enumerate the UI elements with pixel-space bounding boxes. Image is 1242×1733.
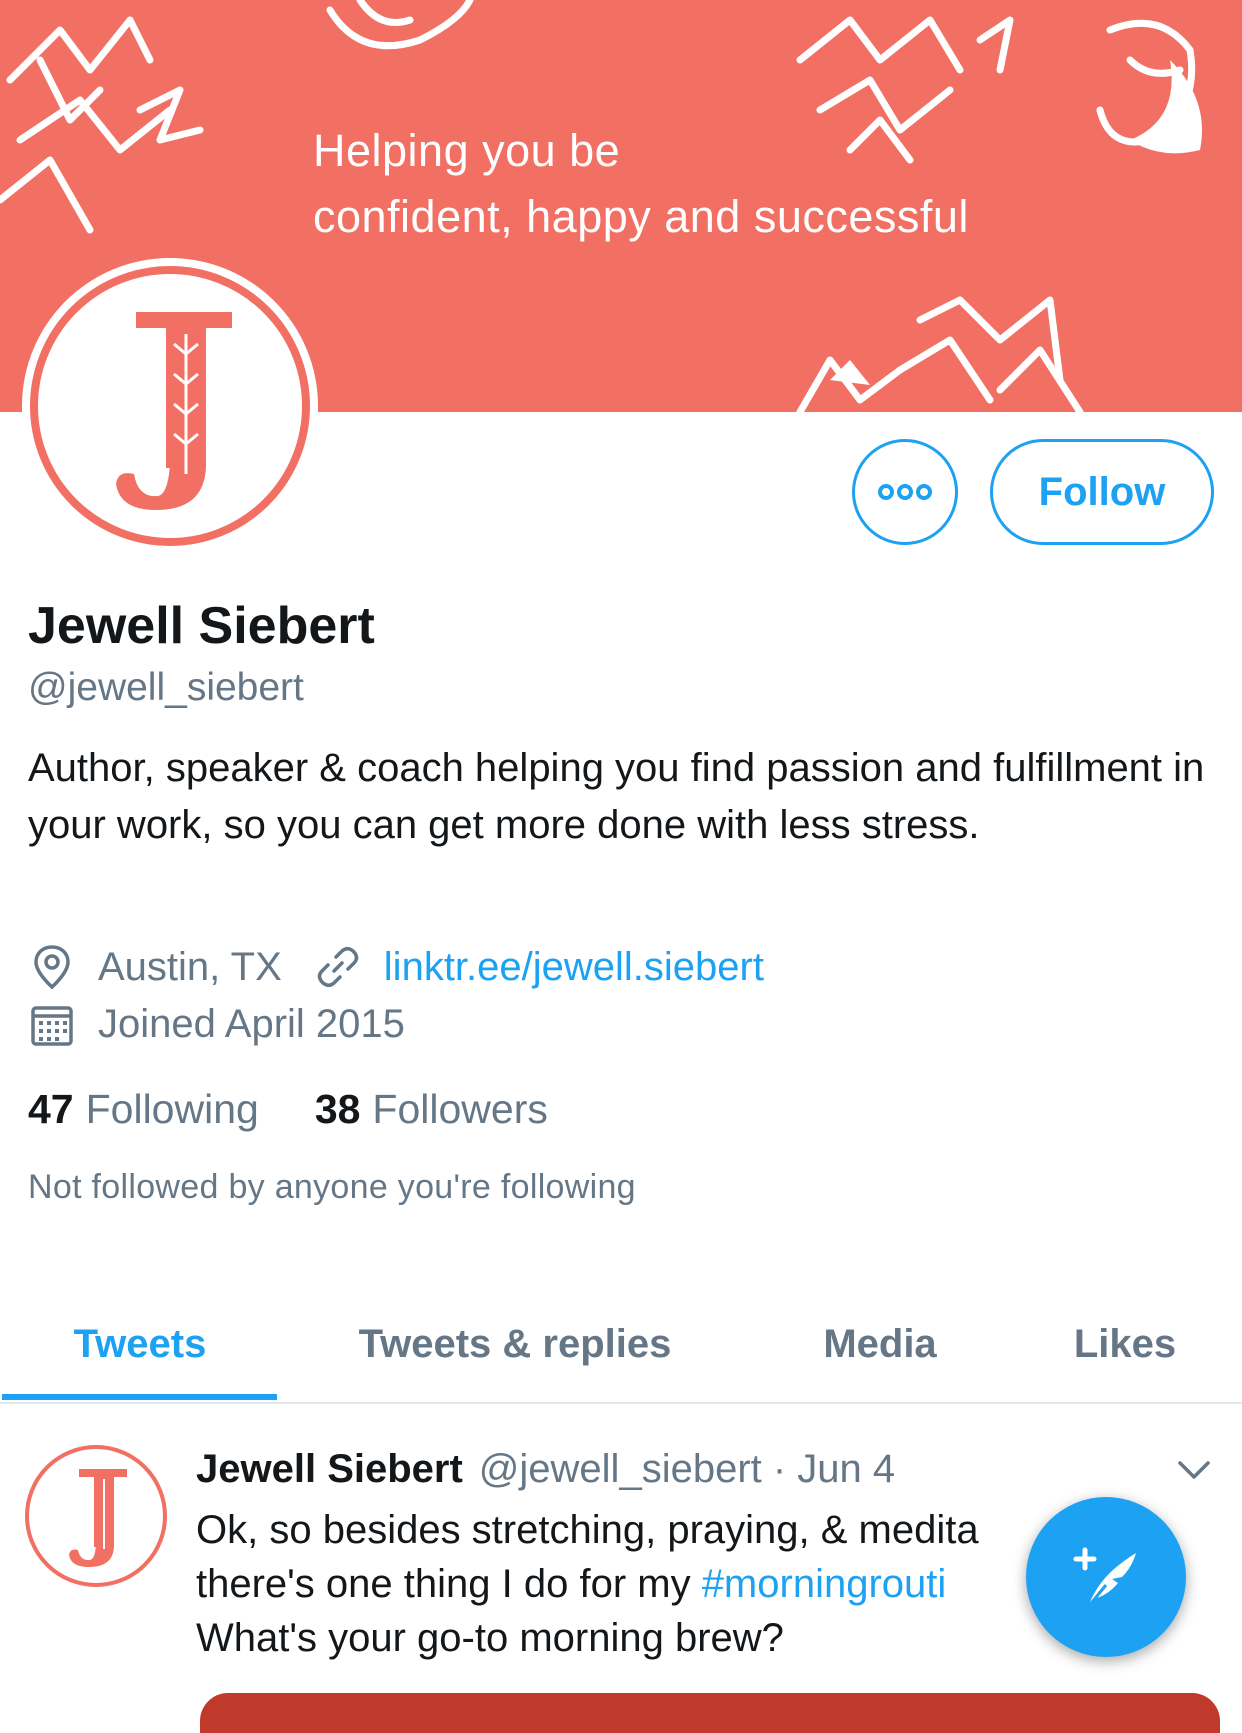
not-followed-notice: Not followed by anyone you're following	[28, 1168, 636, 1206]
link-icon	[317, 947, 359, 987]
tweet-avatar[interactable]	[25, 1445, 167, 1587]
following-stat[interactable]: 47 Following	[28, 1086, 259, 1133]
more-options-button[interactable]	[852, 439, 958, 545]
following-count: 47	[28, 1086, 74, 1132]
j-monogram-icon	[69, 1469, 127, 1567]
following-label: Following	[85, 1086, 259, 1132]
tweet-meta: @jewell_siebert · Jun 4	[478, 1447, 896, 1491]
calendar-icon	[31, 1006, 73, 1046]
tweet-author-name[interactable]: Jewell Siebert	[196, 1447, 463, 1492]
profile-tabs: Tweets Tweets & replies Media Likes	[0, 1288, 1242, 1404]
location-text: Austin, TX	[98, 944, 282, 989]
more-icon	[878, 484, 932, 500]
website-link[interactable]: linktr.ee/jewell.siebert	[384, 945, 764, 990]
banner-line-2: confident, happy and successful	[313, 191, 969, 242]
tab-likes[interactable]: Likes	[1030, 1288, 1220, 1400]
follow-counts: 47 Following 38 Followers	[28, 1086, 548, 1133]
profile-meta-location-row: Austin, TX linktr.ee/jewell.siebert	[28, 943, 764, 991]
banner-line-1: Helping you be	[313, 125, 621, 176]
tweet-line-2-text: there's one thing I do for my	[196, 1562, 702, 1606]
profile-name: Jewell Siebert	[28, 597, 375, 655]
tweet-header: Jewell Siebert @jewell_siebert · Jun 4	[196, 1447, 895, 1492]
compose-feather-icon	[1073, 1547, 1136, 1608]
compose-tweet-button[interactable]	[1026, 1497, 1186, 1657]
followers-stat[interactable]: 38 Followers	[315, 1086, 548, 1133]
location-pin-icon	[34, 945, 70, 990]
active-tab-indicator	[2, 1394, 277, 1400]
profile-bio: Author, speaker & coach helping you find…	[28, 746, 1205, 847]
hashtag-link[interactable]: #morningrouti	[702, 1562, 947, 1606]
tab-media[interactable]: Media	[780, 1288, 980, 1400]
tab-tweets[interactable]: Tweets	[0, 1288, 280, 1400]
joined-text: Joined April 2015	[98, 1001, 405, 1046]
profile-handle: @jewell_siebert	[28, 666, 304, 709]
tweet-media-preview[interactable]	[200, 1693, 1220, 1733]
banner-tagline: Helping you be confident, happy and succ…	[313, 118, 969, 250]
profile-avatar[interactable]	[22, 258, 318, 554]
tab-tweets-and-replies[interactable]: Tweets & replies	[320, 1288, 710, 1400]
followers-label: Followers	[372, 1086, 548, 1132]
profile-meta-joined-row: Joined April 2015	[28, 1000, 405, 1048]
avatar-logo	[30, 266, 310, 546]
j-monogram-icon	[116, 312, 232, 510]
chevron-down-icon[interactable]	[1176, 1458, 1212, 1482]
followers-count: 38	[314, 1086, 361, 1132]
follow-button[interactable]: Follow	[990, 439, 1214, 545]
